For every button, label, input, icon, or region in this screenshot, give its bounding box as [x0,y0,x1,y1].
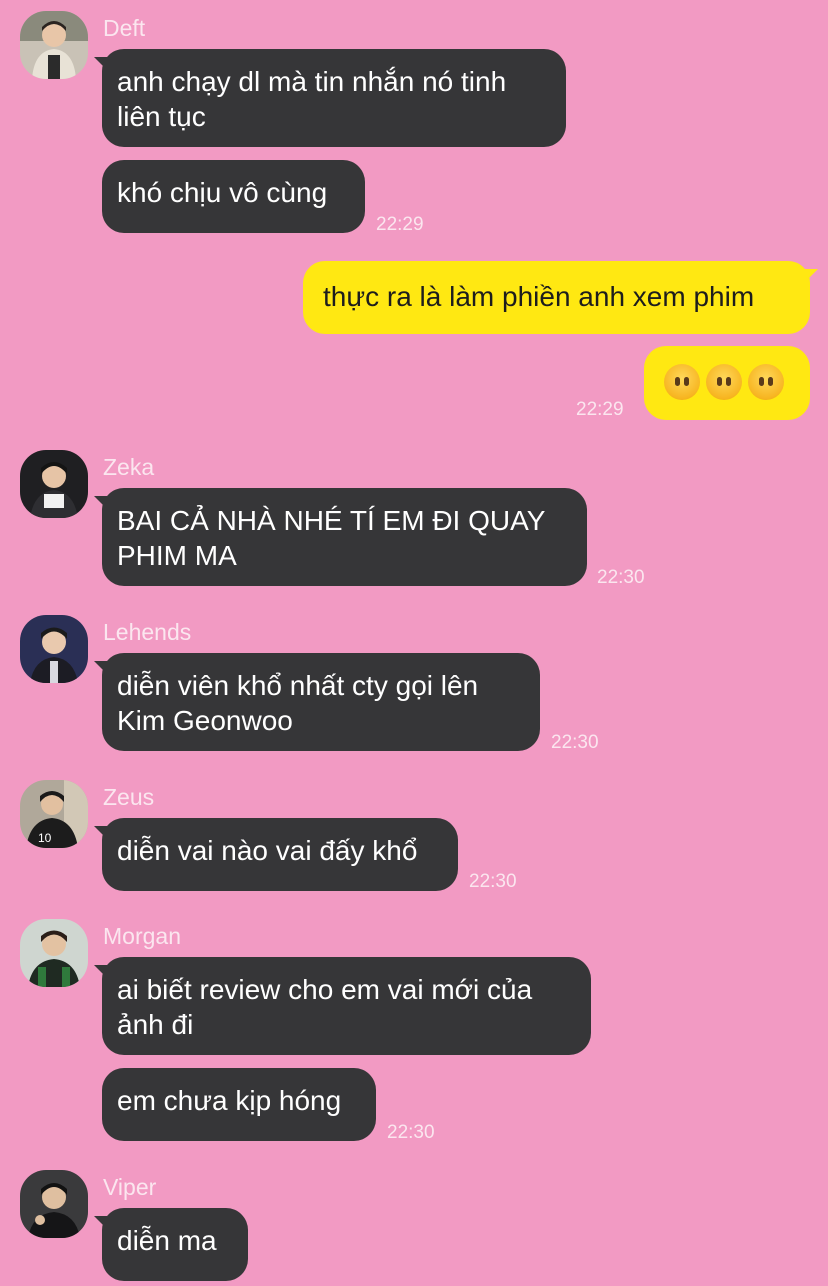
message-text: khó chịu vô cùng [117,177,328,208]
message-time: 22:30 [597,567,645,588]
message-text: thực ra là làm phiền anh xem phim [323,281,755,312]
my-message-bubble[interactable]: thực ra là làm phiền anh xem phim [303,261,818,334]
message-bubble[interactable]: em chưa kịp hóng [102,1068,376,1141]
avatar-zeka[interactable] [20,450,88,518]
message-bubble[interactable]: diễn viên khổ nhất cty gọi lên Kim Geonw… [94,653,540,751]
message-time: 22:30 [551,732,599,753]
sender-name: Zeka [103,454,155,480]
neutral-face-emoji [748,364,784,400]
sender-name: Viper [103,1174,157,1200]
avatar-zeus[interactable]: 10 [20,780,88,848]
message-text: diễn viên khổ nhất cty gọi lên Kim Geonw… [117,670,479,736]
neutral-face-emoji [664,364,700,400]
avatar-morgan[interactable] [20,919,88,987]
my-emoji-bubble[interactable] [644,346,810,420]
message-bubble[interactable]: khó chịu vô cùng [102,160,365,233]
message-time: 22:29 [376,214,424,235]
message-bubble[interactable]: diễn vai nào vai đấy khổ [94,818,458,891]
message-bubble[interactable]: ai biết review cho em vai mới của ảnh đi [94,957,591,1055]
message-text: BAI CẢ NHÀ NHÉ TÍ EM ĐI QUAY PHIM MA [117,505,546,571]
message-text: em chưa kịp hóng [117,1085,342,1116]
message-bubble[interactable]: diễn ma [94,1208,248,1281]
sender-name: Deft [103,15,146,41]
message-time: 22:30 [387,1122,435,1143]
message-bubble[interactable]: anh chạy dl mà tin nhắn nó tinh liên tục [94,49,566,147]
avatar-lehends[interactable] [20,615,88,683]
message-text: anh chạy dl mà tin nhắn nó tinh liên tục [117,66,507,132]
message-bubble[interactable]: BAI CẢ NHÀ NHÉ TÍ EM ĐI QUAY PHIM MA [94,488,587,586]
sender-name: Lehends [103,619,192,645]
sender-name: Morgan [103,923,181,949]
message-text: diễn vai nào vai đấy khổ [117,835,418,866]
avatar-deft[interactable] [20,11,88,79]
neutral-face-emoji [706,364,742,400]
avatar-viper[interactable] [20,1170,88,1238]
sender-name: Zeus [103,784,155,810]
message-time: 22:30 [469,871,517,892]
message-time: 22:29 [576,399,624,420]
message-text: diễn ma [117,1225,217,1256]
message-text: ai biết review cho em vai mới của ảnh đi [117,974,533,1040]
svg-text:10: 10 [38,831,52,845]
